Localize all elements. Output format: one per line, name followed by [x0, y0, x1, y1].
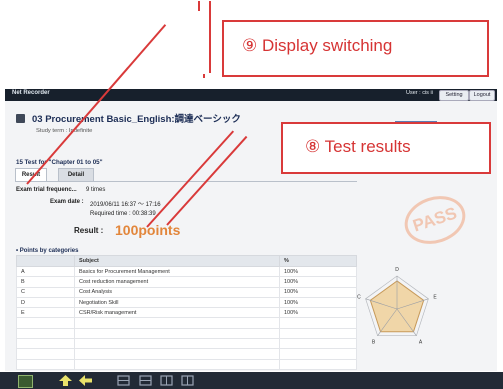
table-row: E CSR/Risk management 100%: [16, 307, 357, 319]
column-header-percent: %: [279, 255, 357, 267]
course-title: 03 Procurement Basic_English:調達ベーシック: [32, 114, 241, 125]
table-row-empty: [16, 348, 357, 360]
column-header-id: [16, 255, 75, 267]
study-term: Study term : Indefinite: [36, 128, 93, 134]
row-percent: 100%: [279, 276, 357, 288]
row-percent: 100%: [279, 265, 357, 278]
row-subject: Cost reduction management: [74, 276, 280, 288]
leader-line: [203, 74, 205, 78]
row-subject: Basics for Procurement Management: [74, 265, 280, 278]
row-id: C: [16, 286, 75, 298]
user-label: User : cis ii: [406, 90, 433, 96]
row-id: E: [16, 307, 75, 319]
categories-table: Subject % A Basics for Procurement Manag…: [16, 255, 357, 370]
row-subject: Negotiation Skill: [74, 296, 280, 309]
table-header-row: Subject %: [16, 255, 357, 267]
tile-icon[interactable]: [18, 375, 33, 388]
course-icon: [16, 114, 25, 123]
callout-test-results: ⑧ Test results: [281, 122, 491, 174]
required-time: Required time : 00:38:39: [90, 211, 156, 217]
row-id: A: [16, 265, 75, 278]
table-row: B Cost reduction management 100%: [16, 276, 357, 288]
radar-label-a: A: [419, 339, 423, 345]
table-row: D Negotiation Skill 100%: [16, 296, 357, 309]
grid-icon[interactable]: [181, 375, 194, 386]
page: { "window": { "app_title": "Net Recorder…: [0, 0, 503, 389]
trial-frequency-value: 9 times: [86, 187, 106, 193]
test-title: 15 Test for "Chapter 01 to 05": [16, 159, 103, 166]
back-arrow-icon[interactable]: [79, 375, 92, 386]
logout-button[interactable]: Logout: [469, 90, 495, 101]
row-percent: 100%: [279, 296, 357, 309]
app-title: Net Recorder: [12, 90, 50, 96]
radar-chart: D E A B C: [357, 267, 437, 345]
callout-display-switching-text: ⑨ Display switching: [242, 36, 393, 55]
row-percent: 100%: [279, 286, 357, 298]
radar-label-b: B: [372, 339, 376, 345]
callout-display-switching: ⑨ Display switching: [222, 20, 489, 77]
setting-button[interactable]: Setting: [439, 90, 469, 101]
grid-icon[interactable]: [117, 375, 130, 386]
window-title-bar: Net Recorder User : cis ii Setting Logou…: [5, 89, 497, 101]
exam-date-label: Exam date :: [50, 199, 84, 205]
bottom-toolbar: [0, 372, 503, 389]
categories-heading: • Points by categories: [16, 248, 79, 254]
table-row-empty: [16, 317, 357, 329]
row-percent: 100%: [279, 307, 357, 319]
grid-icon[interactable]: [139, 375, 152, 386]
table-row-empty: [16, 327, 357, 340]
row-id: D: [16, 296, 75, 309]
leader-line: [209, 1, 211, 73]
table-row: C Cost Analysis 100%: [16, 286, 357, 298]
row-subject: CSR/Risk management: [74, 307, 280, 319]
row-subject: Cost Analysis: [74, 286, 280, 298]
table-row: A Basics for Procurement Management 100%: [16, 265, 357, 278]
trial-frequency-label: Exam trial frequenc...: [16, 187, 77, 193]
radar-label-e: E: [433, 295, 437, 301]
leader-line: [198, 1, 200, 11]
table-row-empty: [16, 338, 357, 350]
tab-detail[interactable]: Detail: [58, 168, 94, 181]
grid-icon[interactable]: [160, 375, 173, 386]
radar-label-d: D: [395, 267, 399, 273]
result-label: Result :: [74, 226, 104, 235]
radar-label-c: C: [357, 295, 361, 301]
table-row-empty: [16, 358, 357, 370]
up-arrow-icon[interactable]: [59, 375, 72, 386]
column-header-subject: Subject: [74, 255, 280, 267]
row-id: B: [16, 276, 75, 288]
callout-test-results-text: ⑧ Test results: [305, 137, 411, 156]
exam-date-value: 2019/06/11 16:37 ～ 17:16: [90, 202, 161, 208]
